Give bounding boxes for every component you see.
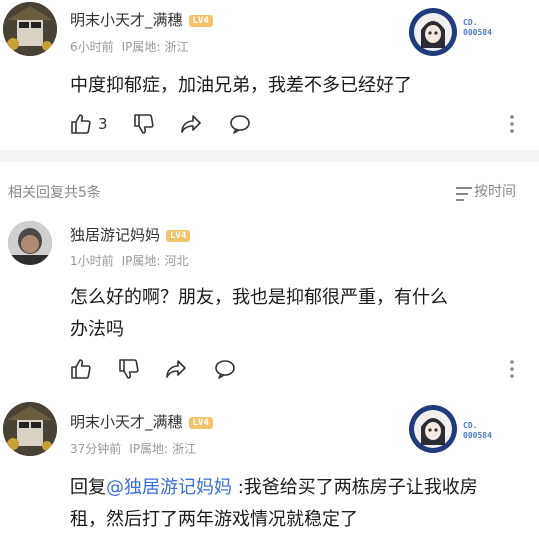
reply-icon[interactable] xyxy=(228,112,252,136)
level-badge: LV4 xyxy=(166,230,191,242)
replies-count-label: 相关回复共5条 xyxy=(8,185,101,201)
avatar-image xyxy=(3,2,57,56)
sort-toggle[interactable]: 按时间 xyxy=(452,180,516,202)
reply-icon[interactable] xyxy=(213,357,237,381)
dislike-icon[interactable] xyxy=(132,112,156,136)
username-text[interactable]: 明末小天才_满穗 xyxy=(70,413,183,431)
dislike-icon[interactable] xyxy=(117,357,141,381)
mention-link[interactable]: @独居游记妈妈 xyxy=(106,477,232,498)
like-icon[interactable] xyxy=(69,112,93,136)
reply-username[interactable]: 独居游记妈妈 LV4 xyxy=(70,224,191,245)
medal-line1: CD. xyxy=(463,421,478,430)
timestamp: 6小时前 xyxy=(70,40,114,54)
username-text[interactable]: 明末小天才_满穗 xyxy=(70,11,183,29)
avatar-image xyxy=(3,402,57,456)
medal-art xyxy=(410,9,456,55)
timestamp: 1小时前 xyxy=(70,254,114,268)
ip-label: IP属地: xyxy=(129,442,169,456)
avatar[interactable] xyxy=(3,402,57,456)
sort-icon xyxy=(452,182,472,201)
avatar[interactable] xyxy=(8,221,52,265)
reply-meta: 37分钟前 IP属地: 浙江 xyxy=(70,440,204,457)
level-badge: LV4 xyxy=(188,15,213,27)
comment-meta: 6小时前 IP属地: 浙江 xyxy=(70,38,196,55)
fan-medal-icon[interactable] xyxy=(409,8,457,56)
more-icon[interactable] xyxy=(500,112,524,136)
medal-label: CD. 000584 xyxy=(463,421,492,441)
timestamp: 37分钟前 xyxy=(70,442,122,456)
more-icon[interactable] xyxy=(500,357,524,381)
section-divider xyxy=(0,150,539,162)
reply-text: 回复@独居游记妈妈 :我爸给买了两栋房子让我收房租，然后打了两年游戏情况就稳定了 xyxy=(70,472,510,536)
medal-line2: 000584 xyxy=(463,431,492,440)
sort-label: 按时间 xyxy=(474,184,516,200)
reply-text: 怎么好的啊？朋友，我也是抑郁很严重，有什么办法吗 xyxy=(70,287,448,340)
reply-username[interactable]: 明末小天才_满穗 LV4 xyxy=(70,411,213,432)
ip-location: 浙江 xyxy=(164,40,189,54)
medal-label: CD. 000584 xyxy=(463,18,492,38)
like-icon[interactable] xyxy=(69,357,93,381)
fan-medal-icon[interactable] xyxy=(409,405,457,453)
share-icon[interactable] xyxy=(179,112,203,136)
ip-label: IP属地: xyxy=(121,254,161,268)
like-count: 3 xyxy=(98,115,108,133)
reply-prefix: 回复 xyxy=(70,477,106,498)
username-text[interactable]: 独居游记妈妈 xyxy=(70,226,160,244)
reply-meta: 1小时前 IP属地: 河北 xyxy=(70,252,196,269)
comment-text: 中度抑郁症，加油兄弟，我差不多已经好了 xyxy=(70,75,412,96)
share-icon[interactable] xyxy=(164,357,188,381)
avatar[interactable] xyxy=(3,2,57,56)
ip-label: IP属地: xyxy=(121,40,161,54)
level-badge: LV4 xyxy=(188,417,213,429)
medal-line1: CD. xyxy=(463,18,478,27)
avatar-image xyxy=(8,221,52,265)
medal-line2: 000584 xyxy=(463,28,492,37)
ip-location: 浙江 xyxy=(172,442,197,456)
ip-location: 河北 xyxy=(164,254,189,268)
comment-username[interactable]: 明末小天才_满穗 LV4 xyxy=(70,9,213,30)
medal-art xyxy=(410,406,456,452)
